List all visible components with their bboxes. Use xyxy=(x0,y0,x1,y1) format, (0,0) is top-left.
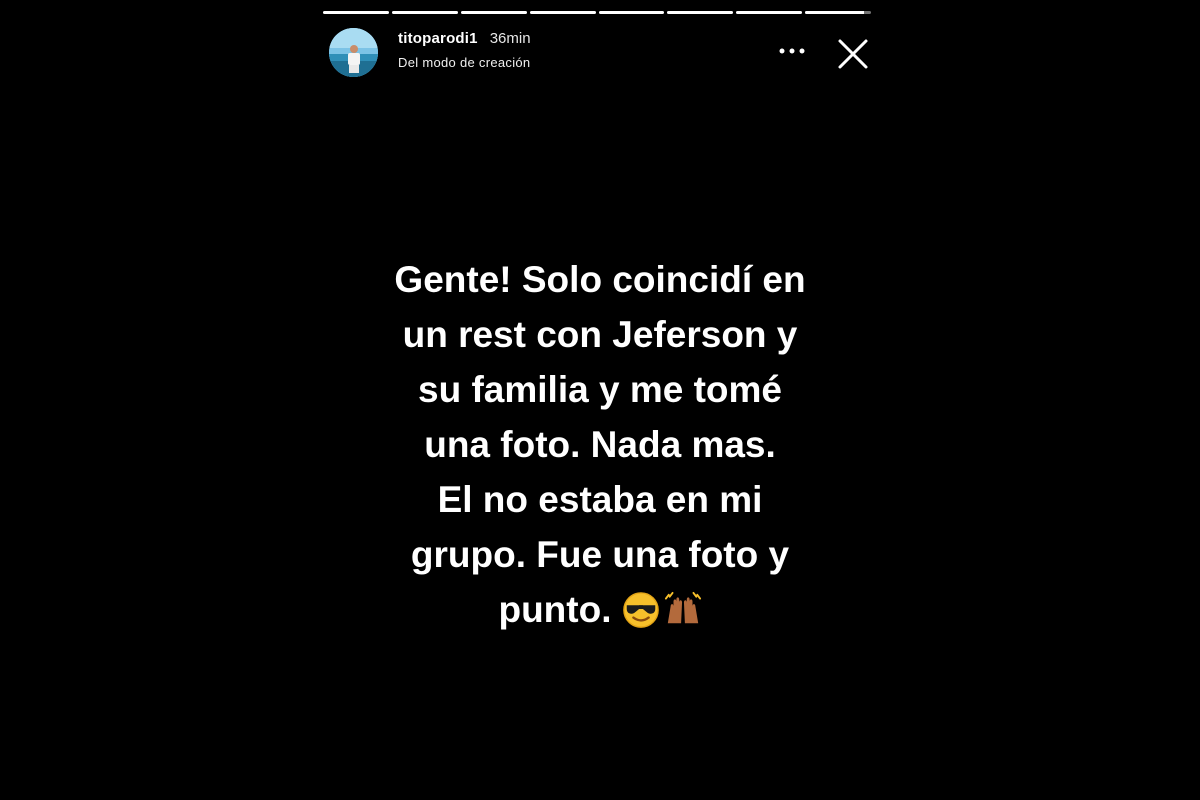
story-progress-bar xyxy=(323,11,871,14)
story-text: Gente! Solo coincidí en un rest con Jefe… xyxy=(330,252,870,640)
story-text-line: un rest con Jeferson y xyxy=(402,314,798,355)
story-text-line: grupo. Fue una foto y xyxy=(410,534,790,575)
sunglasses-face-emoji xyxy=(622,592,659,628)
progress-segment xyxy=(391,11,458,14)
story-header: titoparodi1 36min Del modo de creación xyxy=(329,28,874,78)
story-text-line-last: punto. xyxy=(330,582,870,640)
story-text-line: su familia y me tomé xyxy=(418,369,782,410)
close-icon xyxy=(838,39,868,69)
story-text-line: Gente! Solo coincidí en xyxy=(394,259,806,300)
raising-hands-emoji xyxy=(664,591,701,624)
timestamp: 36min xyxy=(489,30,531,47)
more-horizontal-icon xyxy=(779,48,805,54)
user-info: titoparodi1 36min Del modo de creación xyxy=(398,30,531,70)
close-button[interactable] xyxy=(833,34,873,74)
progress-segment xyxy=(529,11,596,14)
progress-segment xyxy=(460,11,527,14)
story-text-line: El no estaba en mi xyxy=(437,479,763,520)
progress-segment xyxy=(667,11,734,14)
emoji-group xyxy=(622,585,702,640)
more-options-button[interactable] xyxy=(775,38,809,64)
progress-segment xyxy=(598,11,665,14)
progress-segment xyxy=(323,11,389,14)
avatar[interactable] xyxy=(329,28,378,77)
progress-segment xyxy=(736,11,803,14)
username[interactable]: titoparodi1 xyxy=(398,30,478,47)
story-text-last: punto. xyxy=(498,589,612,630)
progress-segment-current xyxy=(805,11,871,14)
story-text-line: una foto. Nada mas. xyxy=(424,424,776,465)
story-subtitle: Del modo de creación xyxy=(398,55,531,70)
